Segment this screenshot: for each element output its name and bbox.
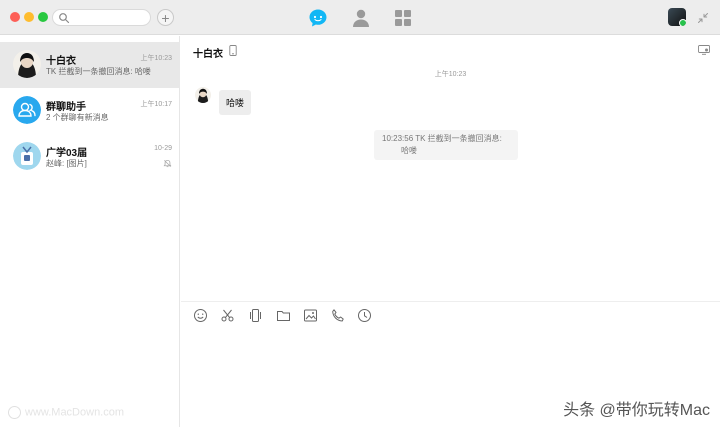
collapse-arrows-icon[interactable]	[697, 12, 709, 24]
group-assistant-icon	[13, 96, 41, 124]
avatar	[13, 50, 41, 78]
site-watermark: www.MacDown.com	[8, 406, 124, 419]
chat-bubble-icon[interactable]	[307, 7, 329, 29]
conversation-item[interactable]: 广学03届 10-29 赵峰: [图片]	[0, 134, 180, 180]
title-bar: +	[0, 0, 720, 35]
grid-icon[interactable]	[392, 7, 414, 29]
conversation-name: 广学03届	[46, 148, 88, 159]
history-clock-icon[interactable]	[357, 308, 372, 323]
qq-main-window: + 十白衣 上午10:23 TK 拦截到一条撤回消息: 哈喽 群聊助手 上午10…	[0, 0, 720, 427]
chat-panel: 十白衣 上午10:23 哈喽 10:23:56 TK 拦截到一条撤回消息: 哈喽	[181, 36, 720, 427]
conversation-preview: 赵峰: [图片]	[46, 159, 87, 168]
watermark-text: www.MacDown.com	[25, 406, 125, 419]
conversation-list: 十白衣 上午10:23 TK 拦截到一条撤回消息: 哈喽 群聊助手 上午10:1…	[0, 36, 180, 427]
search-input[interactable]	[52, 9, 151, 26]
screen-share-icon[interactable]	[698, 45, 710, 55]
conversation-name: 群聊助手	[46, 102, 86, 113]
conversation-preview: TK 拦截到一条撤回消息: 哈喽	[46, 67, 151, 76]
add-button[interactable]: +	[157, 9, 174, 26]
avatar	[13, 142, 41, 170]
conversation-time: 上午10:17	[140, 101, 172, 108]
person-icon[interactable]	[350, 7, 372, 29]
school-group-avatar-icon	[13, 142, 41, 170]
plus-icon: +	[161, 9, 170, 26]
mobile-device-icon	[229, 45, 237, 56]
conversation-item[interactable]: 十白衣 上午10:23 TK 拦截到一条撤回消息: 哈喽	[0, 42, 180, 88]
anime-avatar-icon	[195, 87, 211, 103]
online-status-dot	[679, 19, 686, 26]
mute-bell-icon	[163, 159, 172, 168]
recall-intercept-notice: 10:23:56 TK 拦截到一条撤回消息: 哈喽	[374, 130, 518, 160]
notice-line: 哈喽	[401, 146, 417, 155]
input-divider	[181, 301, 720, 302]
conversation-time: 10-29	[154, 145, 172, 152]
message-bubble[interactable]: 哈喽	[219, 90, 252, 115]
author-watermark: 头条 @带你玩转Mac	[563, 402, 710, 419]
chat-title[interactable]: 十白衣	[193, 45, 223, 60]
scissors-icon[interactable]	[220, 308, 235, 323]
folder-icon[interactable]	[276, 308, 291, 323]
image-icon[interactable]	[303, 308, 318, 323]
avatar	[13, 96, 41, 124]
my-avatar[interactable]	[668, 8, 686, 26]
minimize-window-button[interactable]	[24, 12, 34, 22]
conversation-preview: 2 个群聊有新消息	[46, 113, 109, 122]
notice-line: 10:23:56 TK 拦截到一条撤回消息:	[382, 134, 502, 143]
anime-avatar-icon	[13, 50, 41, 78]
phone-icon[interactable]	[330, 308, 345, 323]
message-timestamp: 上午10:23	[434, 71, 467, 78]
sender-avatar[interactable]	[195, 87, 211, 103]
watermark-logo-icon	[8, 406, 21, 419]
close-window-button[interactable]	[10, 12, 20, 22]
shake-icon[interactable]	[248, 308, 263, 323]
chat-header: 十白衣	[181, 36, 720, 66]
conversation-item[interactable]: 群聊助手 上午10:17 2 个群聊有新消息	[0, 88, 180, 134]
search-icon	[59, 13, 70, 24]
zoom-window-button[interactable]	[38, 12, 48, 22]
conversation-time: 上午10:23	[140, 55, 172, 62]
conversation-name: 十白衣	[46, 56, 76, 67]
emoji-icon[interactable]	[193, 308, 208, 323]
